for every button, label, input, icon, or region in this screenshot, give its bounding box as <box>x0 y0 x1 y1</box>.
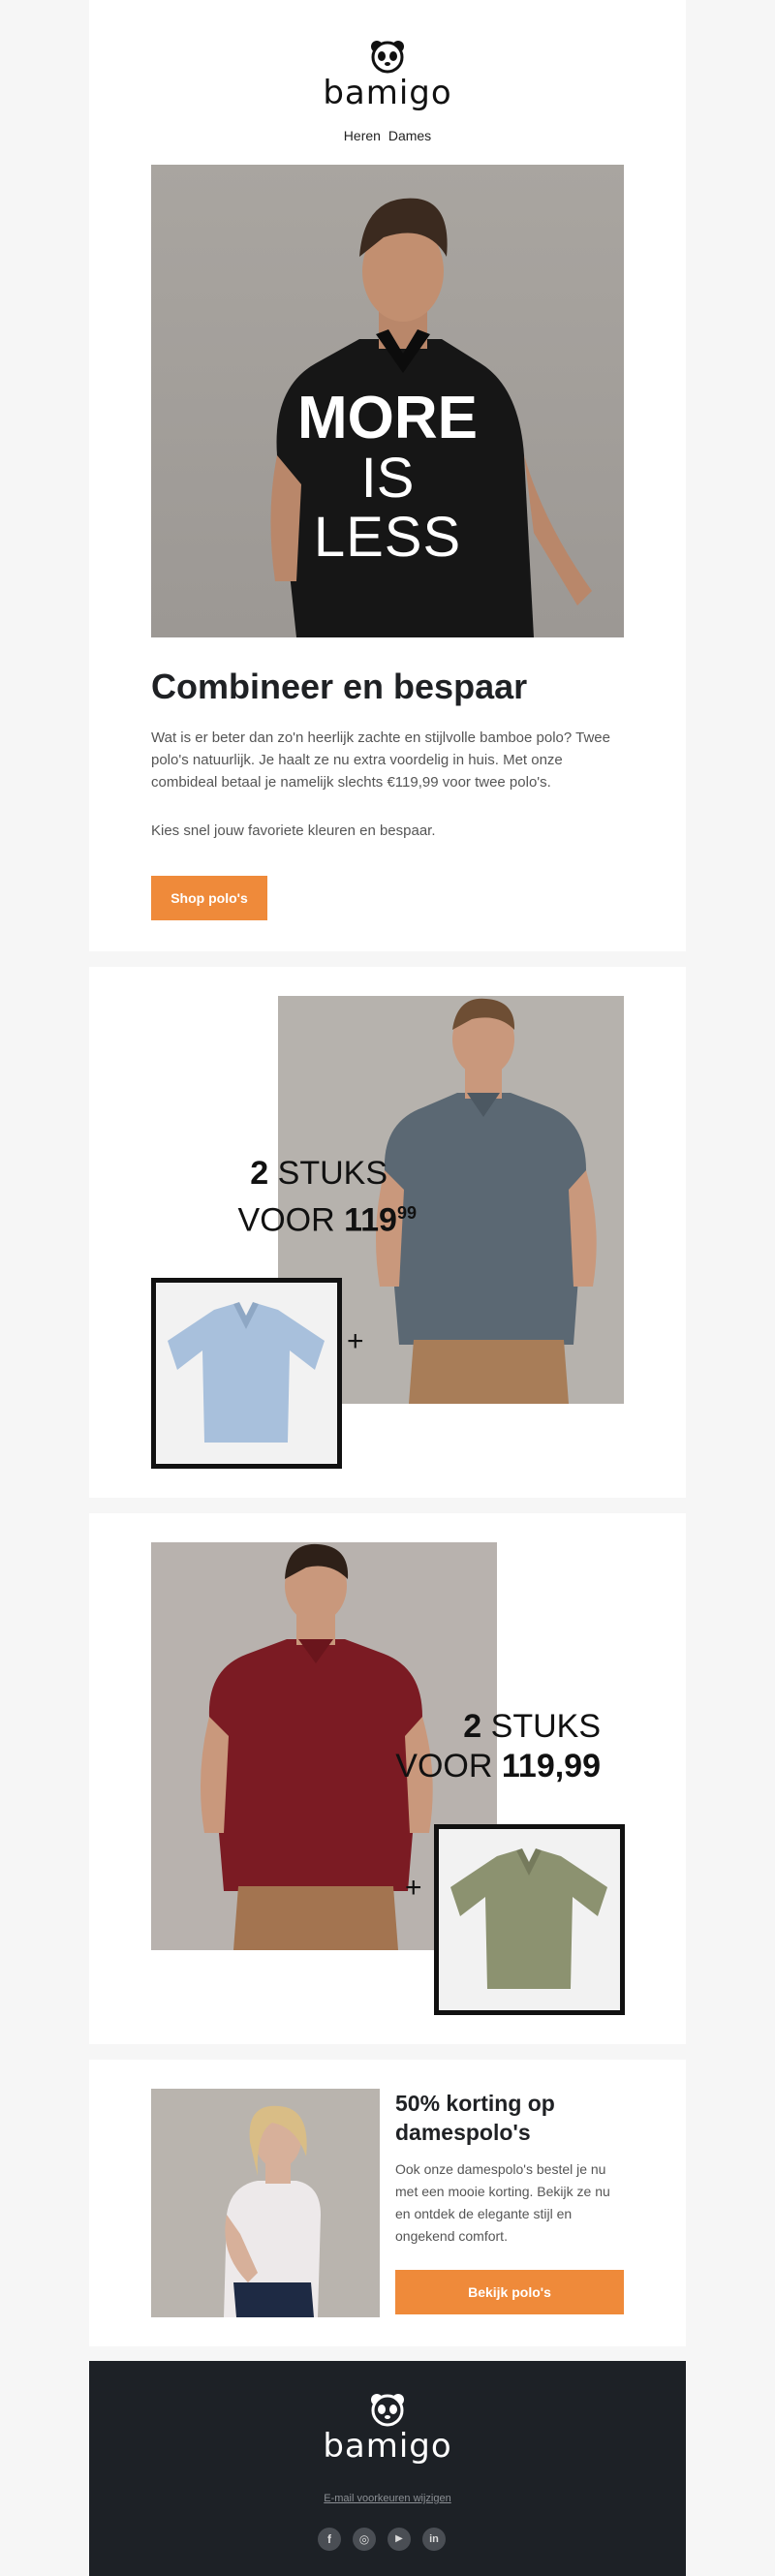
intro-paragraph-2: Kies snel jouw favoriete kleuren en besp… <box>151 822 436 839</box>
instagram-icon[interactable]: ◎ <box>353 2528 376 2551</box>
hero-line-less: LESS <box>313 506 462 569</box>
footer-panda-icon <box>371 2394 404 2427</box>
hero-line-is: IS <box>360 447 415 510</box>
deal1-plus-sign: + <box>347 1325 364 1357</box>
deal1-price-main: 119 <box>344 1201 397 1239</box>
hero-image[interactable]: MORE IS LESS <box>151 165 624 637</box>
nav-link-heren[interactable]: Heren <box>344 128 381 143</box>
email-preferences-link[interactable]: E-mail voorkeuren wijzigen <box>89 2493 686 2504</box>
main-nav: Heren Dames <box>89 128 686 143</box>
facebook-icon[interactable]: f <box>318 2528 341 2551</box>
promo-card: 50% korting op damespolo's Ook onze dame… <box>89 2060 686 2346</box>
olive-polo-illustration <box>450 1848 607 1989</box>
brand-name: bamigo <box>323 74 452 112</box>
deal2-headline-line2: VOOR 119,99 <box>395 1747 601 1785</box>
nav-link-dames[interactable]: Dames <box>388 128 431 143</box>
deal1-headline-line2: VOOR 11999 <box>238 1194 417 1239</box>
promo-text: Ook onze damespolo's bestel je nu met ee… <box>395 2161 610 2244</box>
linkedin-icon[interactable]: in <box>422 2528 446 2551</box>
deal1-headline-line1: 2 STUKS <box>250 1154 388 1193</box>
intro-card: bamigo Heren Dames MORE IS LESS Combinee… <box>89 0 686 951</box>
deal2-price: 119,99 <box>501 1748 601 1785</box>
light-blue-polo-illustration <box>168 1302 325 1443</box>
footer-brand-name: bamigo <box>323 2427 452 2466</box>
deal2-voor: VOOR <box>395 1748 493 1785</box>
deal-card-2: 2 STUKS VOOR 119,99 + <box>89 1513 686 2044</box>
hero-line-more: MORE <box>297 385 478 451</box>
intro-title: Combineer en bespaar <box>151 667 528 706</box>
deal1-unit: STUKS <box>277 1155 388 1192</box>
promo-woman-photo[interactable] <box>151 2089 380 2317</box>
deal2-unit: STUKS <box>490 1708 601 1745</box>
product-light-blue-polo[interactable] <box>151 1278 342 1469</box>
product-olive-polo[interactable] <box>434 1824 625 2015</box>
deal2-headline-line1: 2 STUKS <box>463 1707 601 1746</box>
promo-title: 50% korting op damespolo's <box>395 2091 555 2145</box>
footer: bamigo E-mail voorkeuren wijzigen f ◎ ▶ … <box>89 2361 686 2576</box>
deal-card-1: 2 STUKS VOOR 11999 + <box>89 967 686 1498</box>
deal2-plus-sign: + <box>405 1872 422 1904</box>
deal2-count: 2 <box>463 1708 482 1745</box>
youtube-icon[interactable]: ▶ <box>388 2528 411 2551</box>
brand-logo[interactable]: bamigo <box>89 39 686 112</box>
intro-paragraph: Wat is er beter dan zo'n heerlijk zachte… <box>151 729 610 791</box>
deal1-price-cents: 99 <box>396 1203 417 1223</box>
deal1-count: 2 <box>250 1155 269 1192</box>
footer-brand-logo[interactable]: bamigo <box>89 2392 686 2466</box>
shop-polos-button[interactable]: Shop polo's <box>151 876 267 920</box>
deal1-voor: VOOR <box>237 1201 335 1239</box>
view-polos-button[interactable]: Bekijk polo's <box>395 2270 624 2314</box>
panda-icon <box>371 41 404 74</box>
woman-model-illustration <box>224 2105 321 2317</box>
